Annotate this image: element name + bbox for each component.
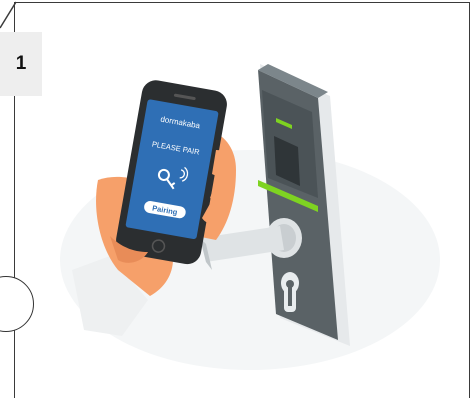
instruction-panel: 1 dormakaba PLEASE PAIR Pairing [0, 0, 472, 400]
phone-pairing-illustration: dormakaba PLEASE PAIR Pairing [60, 64, 440, 370]
